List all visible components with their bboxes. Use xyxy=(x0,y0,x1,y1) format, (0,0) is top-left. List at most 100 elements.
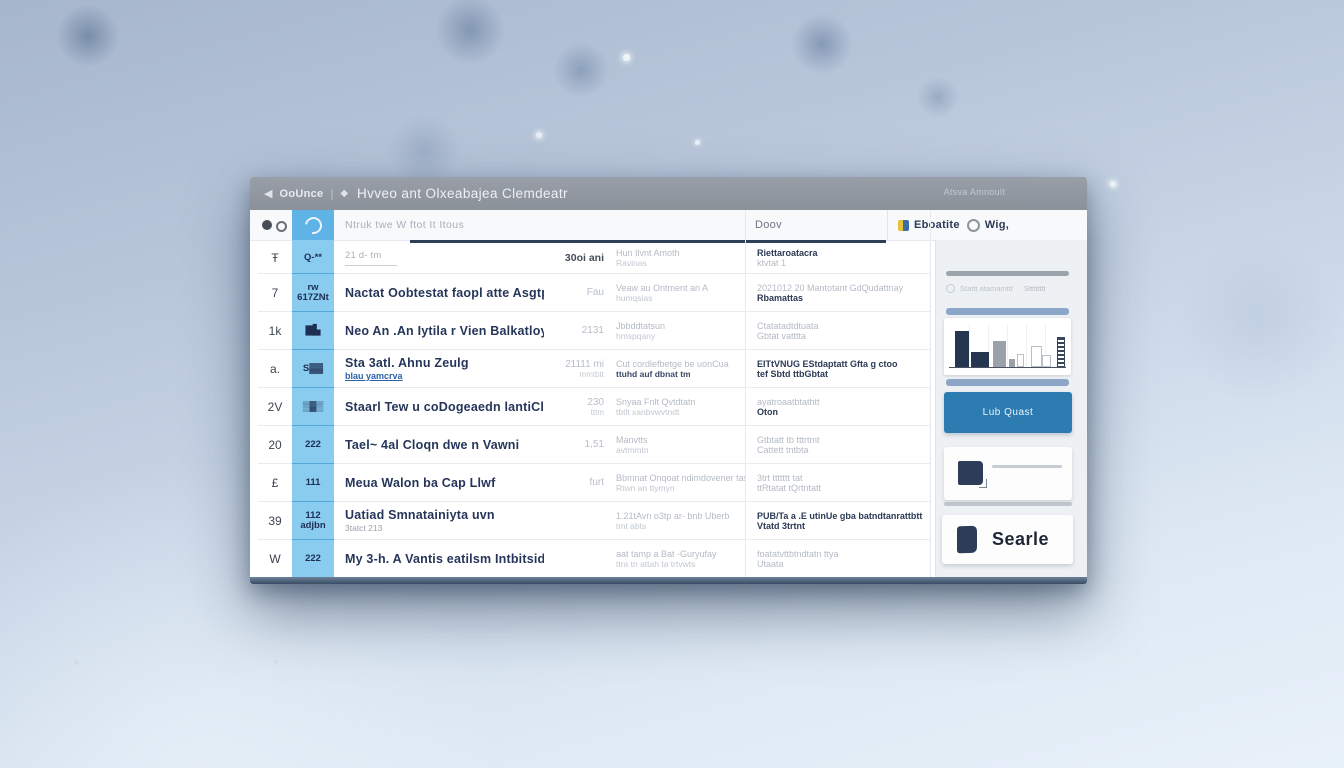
background-star xyxy=(536,132,542,138)
row-value-sub: tttm xyxy=(591,408,604,417)
menu-item-info[interactable]: Wig, xyxy=(967,219,1009,232)
row-desc-cell: Cut cordlefbetge be uonCuattuhd auf dbna… xyxy=(604,350,745,387)
row-desc-line1: Bbmnat Onqoat ndimdovener tastavt Inon xyxy=(616,473,745,483)
legend-dot-icon xyxy=(946,284,955,293)
row-thumbnail-icon: ▇▙ xyxy=(292,312,334,350)
table-row[interactable]: a.S▓▓Sta 3atl. Ahnu Zeulgblau yamcrva211… xyxy=(258,350,930,388)
row-desc-line1: Cut cordlefbetge be uonCua xyxy=(616,359,745,369)
menu-item-label: Eboatite xyxy=(914,219,960,231)
row-desc-line2: Rtwn an ttymyn xyxy=(616,483,745,493)
table-row[interactable]: ŦQ-**21 d- tm30oi aniHun Ilvnt AmothRavi… xyxy=(258,243,930,274)
row-desc-line1: Hun Ilvnt Amoth xyxy=(616,248,745,258)
table-row[interactable]: 39112 adjbnUatiad Smnatainiyta uvn3tatct… xyxy=(258,502,930,540)
titlebar-separator: | xyxy=(330,188,333,200)
row-desc-line1: Jbbddtatsun xyxy=(616,321,745,331)
background-star xyxy=(1110,181,1116,187)
table-row[interactable]: W222My 3-h. A Vantis eatilsm Intbitsideo… xyxy=(258,540,930,577)
row-desc-line1: 1.21tAvn o3tp ar- bnb Uberb xyxy=(616,511,745,521)
row-subtitle[interactable]: blau yamcrva xyxy=(345,371,544,381)
app-logo-button[interactable] xyxy=(292,210,334,240)
row-title: Sta 3atl. Ahnu Zeulg xyxy=(345,356,544,370)
row-desc-cell: aat tamp a Bat -Guryufayttra tn attah ta… xyxy=(604,540,745,577)
document-icon xyxy=(958,461,983,485)
chart-gridline xyxy=(1007,324,1008,368)
table-row[interactable]: 20222Tael~ 4al Cloqn dwe n Vawni1,51Manv… xyxy=(258,426,930,464)
row-thumbnail-icon: ▒▓▒ xyxy=(292,388,334,426)
chart-bar xyxy=(1057,337,1065,367)
row-right-line1: Ctatatadtdtuata xyxy=(757,321,930,331)
table-row[interactable]: £111Meua Walon ba Cap LlwffurtBbmnat Onq… xyxy=(258,464,930,502)
bell-icon xyxy=(898,220,909,231)
table-body: ŦQ-**21 d- tm30oi aniHun Ilvnt AmothRavi… xyxy=(258,243,930,577)
row-value-cell: 2131 xyxy=(544,312,604,349)
row-value-cell xyxy=(544,502,604,539)
background-star xyxy=(74,660,79,665)
search-tile[interactable]: Searle xyxy=(942,515,1073,564)
row-right-line1: Riettaroatacra xyxy=(757,248,930,258)
row-value: Fau xyxy=(587,287,604,298)
row-number-cell: W xyxy=(258,540,292,577)
row-value: 21111 mi xyxy=(565,359,604,370)
row-desc-cell: Snyaa Fnlt Qvtdtatntbtlt xanbvwvtndt xyxy=(604,388,745,425)
row-right-cell: 2021012 20 Mantotant GdQudattnayRbamatta… xyxy=(745,274,930,311)
row-desc-line2: ttra tn attah ta trtvwts xyxy=(616,559,745,569)
primary-action-label: Lub Quast xyxy=(983,407,1034,418)
row-value-cell: 230tttm xyxy=(544,388,604,425)
row-title: Uatiad Smnatainiyta uvn xyxy=(345,508,544,522)
row-right-line1: 3trt ttttttt tat xyxy=(757,473,930,483)
row-right-cell: ayatroaatbtathttOton xyxy=(745,388,930,425)
row-desc-line2: tmt abts xyxy=(616,521,745,531)
app-name: OoUnce xyxy=(279,188,323,200)
background-star xyxy=(695,140,700,145)
bookmark-icon xyxy=(957,526,977,554)
row-value-cell xyxy=(544,540,604,577)
row-main-cell: Meua Walon ba Cap Llwf xyxy=(334,464,544,501)
row-right-line1: foatatvttbtndtatn ttya xyxy=(757,549,930,559)
row-desc-cell: Jbbddtatsunhmspqany xyxy=(604,312,745,349)
row-number-cell: 7 xyxy=(258,274,292,311)
row-desc-line1: aat tamp a Bat -Guryufay xyxy=(616,549,745,559)
row-number-cell: 2V xyxy=(258,388,292,425)
view-menu[interactable]: Doov xyxy=(755,219,782,231)
row-number-cell: a. xyxy=(258,350,292,387)
row-value-cell: 1,51 xyxy=(544,426,604,463)
toolbar-divider xyxy=(887,210,888,240)
window-control-close[interactable] xyxy=(262,220,272,230)
row-title: Staarl Tew u coDogeaedn lantiClS xyxy=(345,400,544,414)
chart-bar xyxy=(1009,359,1015,367)
document-card[interactable] xyxy=(944,447,1072,500)
chart-baseline xyxy=(949,367,1066,368)
chart-bar xyxy=(1031,346,1042,367)
table-row[interactable]: 7rw 617ZNtNactat Oobtestat faopl atte As… xyxy=(258,274,930,312)
row-main-cell: Uatiad Smnatainiyta uvn3tatct 213 xyxy=(334,502,544,539)
info-icon xyxy=(967,219,980,232)
row-main-cell: Sta 3atl. Ahnu Zeulgblau yamcrva xyxy=(334,350,544,387)
primary-action-button[interactable]: Lub Quast xyxy=(944,392,1072,433)
titlebar[interactable]: ◀ OoUnce | ◆ Hvveo ant Olxeabajea Clemde… xyxy=(250,177,1087,210)
row-desc-line2: avtmmtn xyxy=(616,445,745,455)
logo-icon xyxy=(301,213,325,237)
row-right-cell: Gtbtatt tb tttrtmtCattett tntbta xyxy=(745,426,930,463)
row-main-cell: Staarl Tew u coDogeaedn lantiClS xyxy=(334,388,544,425)
row-right-line1: EITtVNUG EStdaptatt Gfta g ctoo xyxy=(757,359,930,369)
card-shadow-bar xyxy=(944,502,1072,506)
row-value-cell: furt xyxy=(544,464,604,501)
menu-item-notifications[interactable]: Eboatite xyxy=(898,219,960,231)
row-desc-line2: hmspqany xyxy=(616,331,745,341)
right-sidebar: Stattt atamamttt Stttttttt Lub Quast Sea… xyxy=(935,240,1087,577)
row-right-cell: foatatvttbtndtatn ttyaUtaata xyxy=(745,540,930,577)
row-number-cell: £ xyxy=(258,464,292,501)
window-control-minimize[interactable] xyxy=(276,221,287,232)
row-title: Neo An .An Iytila r Vien Balkatloy xyxy=(345,324,544,338)
table-row[interactable]: 2V▒▓▒ Staarl Tew u coDogeaedn lantiClS230… xyxy=(258,388,930,426)
mini-chart-card xyxy=(944,318,1071,375)
back-icon[interactable]: ◀ xyxy=(264,187,272,200)
row-number-cell: 39 xyxy=(258,502,292,539)
table-row[interactable]: 1k▇▙Neo An .An Iytila r Vien Balkatloy21… xyxy=(258,312,930,350)
row-right-line2: Rbamattas xyxy=(757,293,930,303)
background-star xyxy=(274,660,278,664)
search-input[interactable]: Ntruk twe W ftot It Itous xyxy=(345,219,464,231)
row-right-line2: Gbtat vatttta xyxy=(757,331,930,341)
row-number-cell: Ŧ xyxy=(258,243,292,273)
row-thumbnail-icon: 112 adjbn xyxy=(292,502,334,540)
